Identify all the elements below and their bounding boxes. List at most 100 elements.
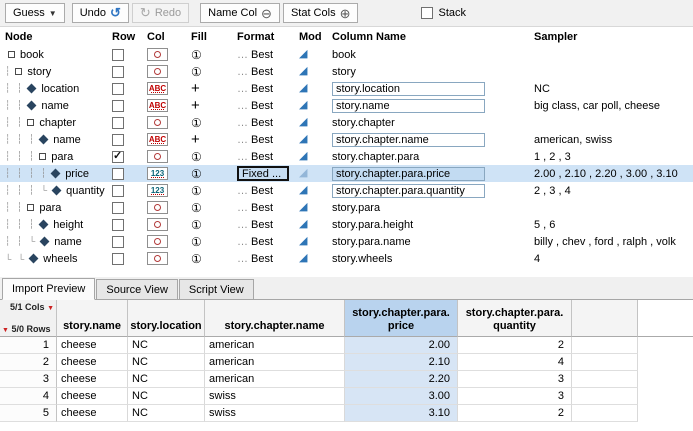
row-checkbox[interactable] [112,151,124,163]
column-header-quantity[interactable]: story.chapter.para. quantity [458,300,572,337]
cell-story-location[interactable]: NC [128,405,205,422]
tree-row[interactable]: └ └ wheels ① …Best ◢ story.wheels 4 [0,250,693,267]
cell-empty[interactable] [572,388,638,405]
node-cell[interactable]: ┆ ┆ └ name [0,236,106,248]
fill-icon[interactable]: + [191,81,200,96]
cell-empty[interactable] [572,371,638,388]
tree-row[interactable]: ┆ ┆ ┆ para ① …Best ◢ story.chapter.para … [0,148,693,165]
tree-row[interactable]: ┆ ┆ para ① …Best ◢ story.para [0,199,693,216]
col-type-icon[interactable]: ABC [147,99,168,112]
col-type-icon[interactable]: ABC [147,133,168,146]
tree-row[interactable]: ┆ ┆ name ABC + …Best ◢ story.name big cl… [0,97,693,114]
tree-row[interactable]: ┆ ┆ ┆ ┆ price 123 ① Fixed ... ◢ story.ch… [0,165,693,182]
cell-story-chapter-name[interactable]: swiss [205,388,345,405]
mod-triangle-icon[interactable]: ◢ [299,117,307,128]
node-cell[interactable]: ┆ ┆ ┆ height [0,219,106,231]
tree-row[interactable]: book ① …Best ◢ book [0,46,693,63]
mod-triangle-icon[interactable]: ◢ [299,236,307,247]
row-checkbox[interactable] [112,185,124,197]
format-dropdown[interactable]: …Best [237,134,273,146]
cell-story-location[interactable]: NC [128,337,205,354]
fill-icon[interactable]: ① [191,116,202,130]
row-checkbox[interactable] [112,134,124,146]
node-cell[interactable]: ┆ ┆ ┆ └ quantity [0,185,106,197]
column-name-input[interactable]: story.chapter.name [332,133,485,147]
mod-triangle-icon[interactable]: ◢ [299,168,307,179]
fill-icon[interactable]: ① [191,150,202,164]
tree-row[interactable]: ┆ ┆ ┆ name ABC + …Best ◢ story.chapter.n… [0,131,693,148]
redo-button[interactable]: ↻ Redo [132,3,189,23]
cell-price[interactable]: 2.20 [345,371,458,388]
table-corner-panel[interactable]: 5/1 Cols ▼ ▼ 5/0 Rows [0,300,57,337]
cell-empty[interactable] [572,405,638,422]
tree-row[interactable]: ┆ story ① …Best ◢ story [0,63,693,80]
fill-icon[interactable]: ① [191,167,202,181]
column-name-input[interactable]: story.location [332,82,485,96]
cell-quantity[interactable]: 3 [458,371,572,388]
tree-row[interactable]: ┆ ┆ ┆ └ quantity 123 ① …Best ◢ story.cha… [0,182,693,199]
rows-red-triangle-icon[interactable]: ▼ [2,327,9,334]
mod-triangle-icon[interactable]: ◢ [299,253,307,264]
fill-icon[interactable]: ① [191,235,202,249]
col-type-icon[interactable] [147,218,168,231]
cell-price[interactable]: 3.10 [345,405,458,422]
cell-empty[interactable] [572,337,638,354]
column-header-price[interactable]: story.chapter.para. price [345,300,458,337]
row-checkbox[interactable] [112,100,124,112]
col-type-icon[interactable]: 123 [147,184,168,197]
fill-icon[interactable]: ① [191,218,202,232]
tree-row[interactable]: ┆ ┆ ┆ height ① …Best ◢ story.para.height… [0,216,693,233]
column-name-input[interactable]: story.chapter.para.price [332,167,485,181]
cell-quantity[interactable]: 4 [458,354,572,371]
tree-row[interactable]: ┆ ┆ └ name ① …Best ◢ story.para.name bil… [0,233,693,250]
col-type-icon[interactable] [147,48,168,61]
mod-triangle-icon[interactable]: ◢ [299,83,307,94]
fill-icon[interactable]: + [191,132,200,147]
col-type-icon[interactable] [147,201,168,214]
fill-icon[interactable]: ① [191,184,202,198]
col-type-icon[interactable] [147,150,168,163]
stat-cols-button[interactable]: Stat Cols ⊕ [283,3,359,23]
fill-icon[interactable]: ① [191,201,202,215]
cell-story-name[interactable]: cheese [57,337,128,354]
fill-icon[interactable]: ① [191,65,202,79]
column-header-story-name[interactable]: story.name [57,300,128,337]
cell-quantity[interactable]: 2 [458,405,572,422]
format-dropdown[interactable]: …Best [237,185,273,197]
tab-script-view[interactable]: Script View [179,279,254,299]
cell-story-location[interactable]: NC [128,388,205,405]
cell-story-chapter-name[interactable]: american [205,371,345,388]
col-type-icon[interactable]: 123 [147,167,168,180]
mod-triangle-icon[interactable]: ◢ [299,219,307,230]
node-cell[interactable]: ┆ ┆ name [0,100,106,112]
format-dropdown[interactable]: …Best [237,49,273,61]
column-name-input[interactable]: story.name [332,99,485,113]
node-cell[interactable]: ┆ ┆ location [0,83,106,95]
tree-row[interactable]: ┆ ┆ chapter ① …Best ◢ story.chapter [0,114,693,131]
row-checkbox[interactable] [112,202,124,214]
format-dropdown[interactable]: …Best [237,100,273,112]
row-number[interactable]: 1 [0,337,57,354]
cell-story-name[interactable]: cheese [57,405,128,422]
name-col-button[interactable]: Name Col ⊖ [200,3,280,23]
cell-price[interactable]: 2.10 [345,354,458,371]
format-dropdown[interactable]: …Best [237,117,273,129]
mod-triangle-icon[interactable]: ◢ [299,100,307,111]
row-checkbox[interactable] [112,66,124,78]
node-cell[interactable]: ┆ ┆ ┆ ┆ price [0,168,106,180]
col-type-icon[interactable]: ABC [147,82,168,95]
node-cell[interactable]: └ └ wheels [0,253,106,265]
col-type-icon[interactable] [147,65,168,78]
cell-story-name[interactable]: cheese [57,371,128,388]
cell-story-location[interactable]: NC [128,354,205,371]
mod-triangle-icon[interactable]: ◢ [299,49,307,60]
guess-button[interactable]: Guess ▼ [5,3,65,23]
format-dropdown[interactable]: …Best [237,151,273,163]
column-name-input[interactable]: story.chapter.para.quantity [332,184,485,198]
rows-count[interactable]: ▼ 5/0 Rows [2,324,54,334]
cols-red-triangle-icon[interactable]: ▼ [47,305,54,312]
node-cell[interactable]: ┆ ┆ chapter [0,117,106,129]
format-dropdown[interactable]: Fixed ... [237,166,289,181]
row-checkbox[interactable] [112,117,124,129]
tree-row[interactable]: ┆ ┆ location ABC + …Best ◢ story.locatio… [0,80,693,97]
